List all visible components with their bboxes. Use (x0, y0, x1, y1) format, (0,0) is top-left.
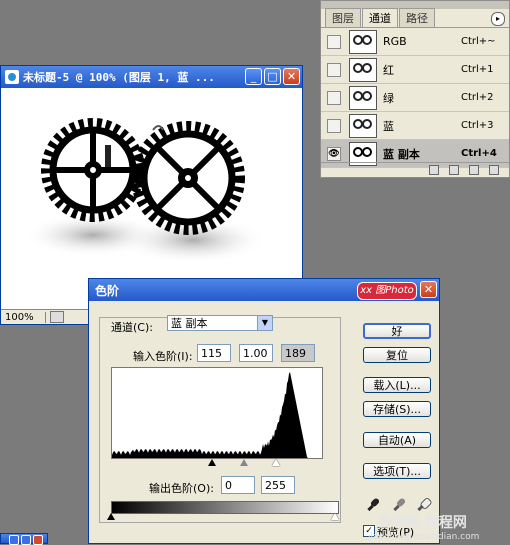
photoshop-doc-icon (5, 70, 19, 84)
status-info-icon[interactable] (50, 311, 64, 323)
channel-name: 红 (383, 63, 394, 77)
visibility-toggle[interactable] (327, 62, 341, 77)
channel-thumbnail (349, 57, 377, 82)
save-selection-icon[interactable] (449, 165, 459, 175)
dialog-title: 色阶 (95, 283, 120, 298)
channel-select-value: 蓝 副本 (171, 317, 208, 330)
gamma-slider[interactable] (240, 459, 248, 466)
visibility-toggle[interactable] (327, 90, 341, 105)
document-titlebar[interactable]: 未标题-5 @ 100% (图层 1, 蓝 ... _ □ ✕ (1, 66, 302, 88)
output-levels-label: 输出色阶(O): (149, 482, 214, 495)
channel-thumbnail (349, 29, 377, 54)
channel-shortcut: Ctrl+3 (461, 120, 494, 131)
histogram-graph (112, 372, 322, 458)
output-black-field[interactable]: 0 (221, 476, 255, 494)
panel-menu-icon[interactable]: ▸ (491, 12, 505, 26)
load-button[interactable]: 载入(L)... (363, 377, 431, 393)
document-canvas[interactable] (3, 90, 300, 308)
channel-shortcut: Ctrl+4 (461, 148, 497, 159)
chevron-down-icon[interactable]: ▼ (257, 316, 272, 330)
dialog-titlebar[interactable]: 色阶 xx 图Photo ✕ (89, 279, 439, 301)
minimized-window[interactable] (0, 533, 48, 545)
output-gradient (111, 501, 339, 514)
channel-name: 蓝 副本 (383, 147, 420, 161)
trash-icon[interactable] (489, 165, 499, 175)
channel-row-red[interactable]: 红 Ctrl+1 (321, 56, 509, 84)
channel-label: 通道(C): (111, 321, 153, 334)
white-eyedropper-icon[interactable] (417, 496, 433, 512)
zoom-level[interactable]: 100% (1, 311, 46, 323)
eye-icon[interactable]: 👁 (327, 146, 341, 161)
watermark-url: jiaocheng.chazidian.com (368, 532, 480, 542)
white-point-slider[interactable] (272, 459, 280, 466)
save-button[interactable]: 存储(S)... (363, 401, 431, 417)
input-white-field[interactable]: 189 (281, 344, 315, 362)
channel-row-rgb[interactable]: RGB Ctrl+~ (321, 28, 509, 56)
output-black-slider[interactable] (107, 513, 115, 520)
input-gamma-field[interactable]: 1.00 (239, 344, 273, 362)
watermark-text: 查字典 教程网 (378, 515, 467, 531)
input-black-field[interactable]: 115 (197, 344, 231, 362)
new-channel-icon[interactable] (469, 165, 479, 175)
output-white-slider[interactable] (331, 513, 339, 520)
tab-paths[interactable]: 路径 (399, 8, 435, 27)
channels-panel: 图层 通道 路径 ▸ RGB Ctrl+~ 红 Ctrl+1 绿 Ctrl+2 … (320, 0, 510, 178)
visibility-toggle[interactable] (327, 34, 341, 49)
channel-name: 绿 (383, 91, 394, 105)
maximize-button[interactable]: □ (264, 68, 281, 85)
tab-channels[interactable]: 通道 (362, 8, 398, 27)
channel-name: RGB (383, 35, 407, 48)
visibility-toggle[interactable] (327, 118, 341, 133)
channel-name: 蓝 (383, 119, 394, 133)
output-white-field[interactable]: 255 (261, 476, 295, 494)
close-button[interactable]: ✕ (283, 68, 300, 85)
close-button[interactable]: ✕ (420, 281, 437, 298)
watermark-badge: xx 图Photo (357, 282, 417, 300)
reset-button[interactable]: 复位 (363, 347, 431, 363)
minimize-button[interactable]: _ (245, 68, 262, 85)
channel-thumbnail (349, 113, 377, 138)
tab-layers[interactable]: 图层 (325, 8, 361, 27)
channel-shortcut: Ctrl+2 (461, 92, 494, 103)
options-button[interactable]: 选项(T)... (363, 463, 431, 479)
panel-footer (321, 162, 509, 177)
load-selection-icon[interactable] (429, 165, 439, 175)
histogram (111, 367, 323, 459)
histogram-area (112, 372, 322, 458)
ok-button[interactable]: 好 (363, 323, 431, 339)
channel-row-green[interactable]: 绿 Ctrl+2 (321, 84, 509, 112)
black-point-slider[interactable] (208, 459, 216, 466)
channel-shortcut: Ctrl+~ (461, 36, 496, 47)
gray-eyedropper-icon[interactable] (393, 497, 407, 512)
channel-thumbnail (349, 85, 377, 110)
gears-image (23, 118, 268, 264)
input-levels-label: 输入色阶(I): (133, 350, 193, 363)
panel-tabs: 图层 通道 路径 ▸ (321, 8, 509, 28)
document-title: 未标题-5 @ 100% (图层 1, 蓝 ... (23, 71, 215, 84)
auto-button[interactable]: 自动(A) (363, 432, 431, 448)
levels-dialog: 色阶 xx 图Photo ✕ 通道(C): 蓝 副本 ▼ 输入色阶(I): 11… (88, 278, 440, 544)
channel-select[interactable]: 蓝 副本 ▼ (167, 315, 273, 331)
channel-shortcut: Ctrl+1 (461, 64, 494, 75)
black-eyedropper-icon[interactable] (367, 497, 381, 512)
channel-row-blue[interactable]: 蓝 Ctrl+3 (321, 112, 509, 140)
